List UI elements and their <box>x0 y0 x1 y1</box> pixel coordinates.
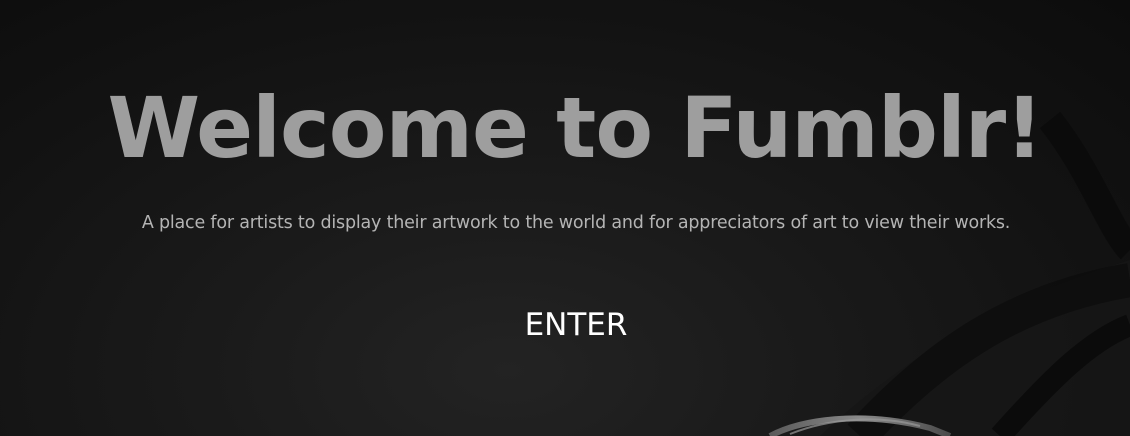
landing-page: Welcome to Fumblr! A place for artists t… <box>0 0 1130 436</box>
page-title: Welcome to Fumblr! <box>107 79 1044 177</box>
tagline: A place for artists to display their art… <box>141 213 1011 233</box>
enter-button[interactable]: ENTER <box>500 301 652 349</box>
